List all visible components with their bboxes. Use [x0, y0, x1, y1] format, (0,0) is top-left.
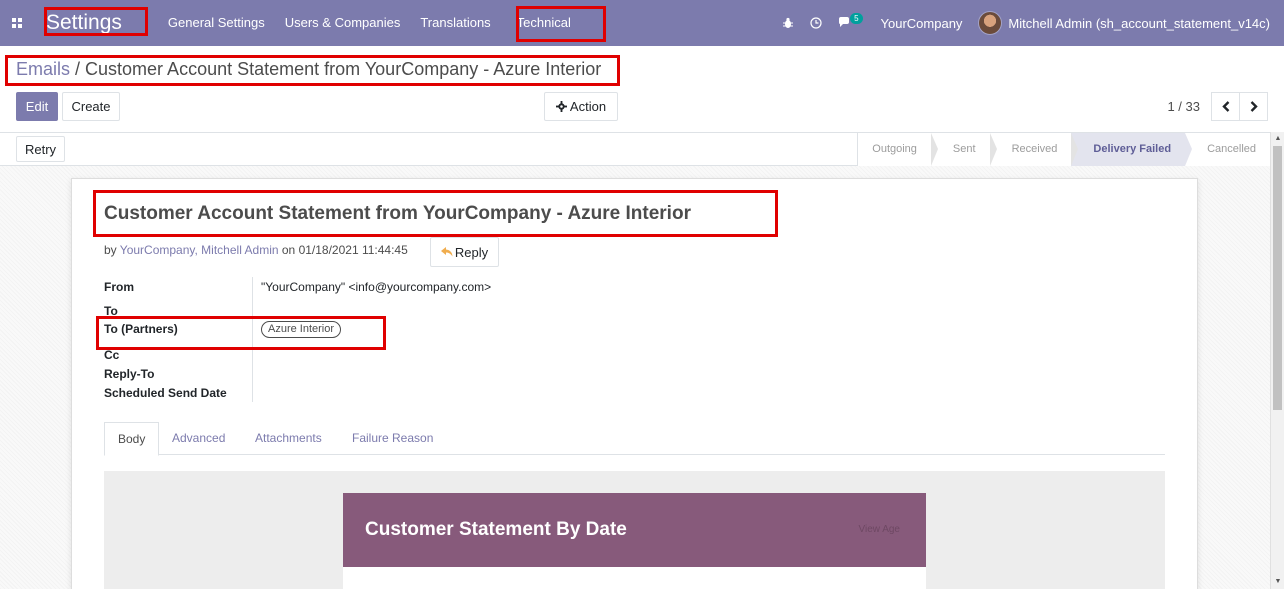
- menu-users-companies[interactable]: Users & Companies: [275, 0, 411, 46]
- to-label: To: [104, 304, 118, 318]
- tab-advanced[interactable]: Advanced: [159, 422, 238, 455]
- company-switcher[interactable]: YourCompany: [881, 16, 963, 31]
- tab-body[interactable]: Body: [104, 422, 160, 456]
- breadcrumb: Emails / Customer Account Statement from…: [16, 59, 601, 80]
- top-navbar: Settings General Settings Users & Compan…: [0, 0, 1284, 46]
- activity-clock-icon[interactable]: [810, 17, 822, 29]
- scroll-up-arrow-icon[interactable]: ▲: [1271, 132, 1284, 146]
- chevron-right-icon: [1250, 101, 1258, 112]
- pager-previous-button[interactable]: [1211, 92, 1240, 121]
- status-stages: Outgoing Sent Received Delivery Failed C…: [857, 133, 1270, 166]
- menu-technical[interactable]: Technical: [507, 0, 581, 46]
- tab-failure-reason[interactable]: Failure Reason: [339, 422, 446, 455]
- on-prefix: on: [278, 243, 299, 257]
- pager-value[interactable]: 1 / 33: [1167, 99, 1200, 114]
- scroll-thumb[interactable]: [1273, 146, 1282, 410]
- from-label: From: [104, 280, 134, 294]
- edit-button[interactable]: Edit: [16, 92, 58, 121]
- mail-date: 01/18/2021 11:44:45: [298, 243, 408, 257]
- stage-outgoing[interactable]: Outgoing: [857, 133, 938, 166]
- email-header-banner: Customer Statement By Date View Age: [343, 493, 926, 567]
- mail-subject-title: Customer Account Statement from YourComp…: [104, 203, 691, 224]
- stage-delivery-failed[interactable]: Delivery Failed: [1071, 133, 1192, 166]
- author-link[interactable]: YourCompany, Mitchell Admin: [120, 243, 279, 257]
- chevron-left-icon: [1221, 101, 1229, 112]
- user-name: Mitchell Admin (sh_account_statement_v14…: [1008, 15, 1270, 31]
- from-value: "YourCompany" <info@yourcompany.com>: [261, 280, 492, 294]
- app-brand[interactable]: Settings: [46, 0, 122, 46]
- stage-cancelled[interactable]: Cancelled: [1185, 133, 1270, 166]
- by-prefix: by: [104, 243, 120, 257]
- to-partners-label: To (Partners): [104, 322, 178, 336]
- vertical-scrollbar[interactable]: ▲ ▼: [1270, 132, 1284, 589]
- menu-translations[interactable]: Translations: [410, 0, 500, 46]
- messages-count-badge: 5: [850, 12, 863, 24]
- breadcrumb-separator: /: [70, 59, 86, 79]
- debug-bug-icon[interactable]: [782, 17, 794, 29]
- apps-menu-icon[interactable]: [0, 0, 34, 46]
- partner-tag-azure-interior[interactable]: Azure Interior: [261, 321, 342, 338]
- action-dropdown-button[interactable]: Action: [544, 92, 618, 121]
- stage-received[interactable]: Received: [989, 133, 1079, 166]
- user-avatar: [978, 11, 1003, 35]
- reply-arrow-icon: [440, 245, 453, 260]
- create-button[interactable]: Create: [62, 92, 120, 121]
- pager-next-button[interactable]: [1239, 92, 1268, 121]
- reply-label: Reply: [454, 244, 489, 260]
- mail-byline: by YourCompany, Mitchell Admin on 01/18/…: [104, 243, 408, 257]
- scroll-down-arrow-icon[interactable]: ▼: [1271, 575, 1284, 589]
- messages-chat-icon[interactable]: 5: [838, 12, 863, 29]
- reply-button[interactable]: Reply: [430, 237, 499, 267]
- stage-sent[interactable]: Sent: [930, 133, 997, 166]
- email-heading: Customer Statement By Date: [365, 519, 627, 540]
- tab-attachments[interactable]: Attachments: [242, 422, 335, 455]
- field-divider: [252, 277, 253, 402]
- scheduled-send-date-label: Scheduled Send Date: [104, 386, 227, 400]
- view-age-link[interactable]: View Age: [858, 524, 900, 535]
- reply-to-label: Reply-To: [104, 367, 155, 381]
- breadcrumb-current: Customer Account Statement from YourComp…: [85, 59, 602, 79]
- top-menu: General Settings Users & Companies Trans…: [158, 0, 581, 46]
- retry-button[interactable]: Retry: [16, 136, 65, 162]
- user-menu[interactable]: Mitchell Admin (sh_account_statement_v14…: [978, 11, 1270, 35]
- form-statusbar: Retry Outgoing Sent Received Delivery Fa…: [0, 132, 1270, 166]
- menu-general-settings[interactable]: General Settings: [158, 0, 275, 46]
- systray: 5 YourCompany Mitchell Admin (sh_account…: [774, 0, 1284, 46]
- breadcrumb-emails-link[interactable]: Emails: [16, 59, 70, 79]
- gear-icon: [555, 101, 567, 112]
- cc-label: Cc: [104, 348, 120, 362]
- action-label: Action: [569, 99, 607, 114]
- email-content-area: [343, 567, 926, 589]
- notebook-tabs: Body Advanced Attachments Failure Reason: [104, 422, 1165, 456]
